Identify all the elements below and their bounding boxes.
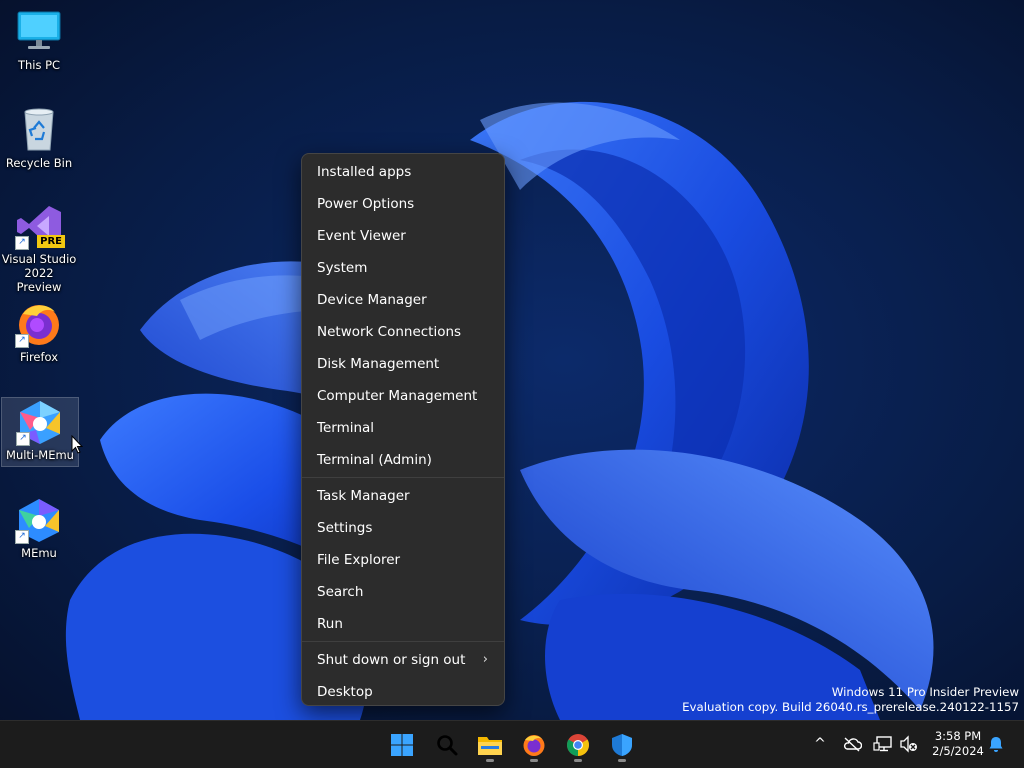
chrome-icon	[567, 734, 589, 756]
taskbar-firefox[interactable]	[514, 725, 554, 765]
desktop-wallpaper	[0, 0, 1024, 720]
network-icon[interactable]	[871, 732, 895, 756]
quick-link-menu: Installed apps Power Options Event Viewe…	[301, 153, 505, 706]
pre-badge: PRE	[37, 235, 65, 248]
volume-muted-icon[interactable]	[897, 732, 921, 756]
clock-date: 2/5/2024	[932, 744, 984, 758]
menu-item-search[interactable]: Search	[302, 576, 504, 608]
menu-item-file-explorer[interactable]: File Explorer	[302, 544, 504, 576]
show-hidden-icons-chevron[interactable]: ^	[808, 732, 832, 756]
menu-separator	[302, 641, 504, 642]
notification-bell-icon[interactable]	[984, 732, 1008, 756]
running-indicator	[618, 759, 626, 762]
shortcut-arrow-icon: ↗	[15, 530, 29, 544]
mouse-cursor-icon	[71, 434, 84, 459]
menu-item-disk-management[interactable]: Disk Management	[302, 348, 504, 380]
desktop-icon-label: Multi-MEmu	[6, 448, 74, 462]
menu-item-installed-apps[interactable]: Installed apps	[302, 156, 504, 188]
menu-item-settings[interactable]: Settings	[302, 512, 504, 544]
watermark-line-2: Evaluation copy. Build 26040.rs_prerelea…	[682, 700, 1019, 714]
taskbar-file-explorer[interactable]	[470, 725, 510, 765]
multi-memu-icon: ↗	[16, 398, 64, 446]
desktop-icon-label: Firefox	[19, 350, 59, 364]
desktop-icon-recycle-bin[interactable]: Recycle Bin	[1, 106, 77, 170]
recycle-bin-icon	[15, 106, 63, 154]
search-icon	[437, 735, 458, 756]
windows-start-icon	[391, 734, 413, 756]
taskbar-windows-security[interactable]	[602, 725, 642, 765]
desktop-icon-visual-studio[interactable]: PRE ↗ Visual Studio 2022 Preview	[1, 202, 77, 294]
menu-separator	[302, 477, 504, 478]
desktop-icon-label: Recycle Bin	[5, 156, 73, 170]
menu-item-network-connections[interactable]: Network Connections	[302, 316, 504, 348]
menu-item-label: Shut down or sign out	[317, 652, 466, 668]
taskbar: ^ 3:58 PM 2/5/2024	[0, 720, 1024, 768]
desktop-icon-label: This PC	[17, 58, 61, 72]
evaluation-watermark: Windows 11 Pro Insider Preview Evaluatio…	[682, 685, 1019, 715]
menu-item-device-manager[interactable]: Device Manager	[302, 284, 504, 316]
menu-item-task-manager[interactable]: Task Manager	[302, 480, 504, 512]
shortcut-arrow-icon: ↗	[15, 334, 29, 348]
desktop-icon-memu[interactable]: ↗ MEmu	[1, 496, 77, 560]
menu-item-shut-down-or-sign-out[interactable]: Shut down or sign out ›	[302, 644, 504, 676]
onedrive-offline-icon[interactable]	[840, 732, 864, 756]
clock-time: 3:58 PM	[934, 729, 982, 743]
running-indicator	[486, 759, 494, 762]
running-indicator	[574, 759, 582, 762]
watermark-line-1: Windows 11 Pro Insider Preview	[831, 685, 1019, 699]
system-clock[interactable]: 3:58 PM 2/5/2024	[928, 729, 988, 759]
menu-item-power-options[interactable]: Power Options	[302, 188, 504, 220]
file-explorer-icon	[478, 737, 502, 755]
desktop-icon-multi-memu[interactable]: ↗ Multi-MEmu	[1, 397, 79, 467]
menu-item-system[interactable]: System	[302, 252, 504, 284]
menu-item-terminal-admin[interactable]: Terminal (Admin)	[302, 444, 504, 476]
visual-studio-icon: PRE ↗	[15, 202, 65, 250]
monitor-icon	[15, 8, 63, 56]
memu-icon: ↗	[15, 496, 63, 544]
firefox-icon: ↗	[15, 300, 63, 348]
menu-item-terminal[interactable]: Terminal	[302, 412, 504, 444]
desktop-icon-label: MEmu	[21, 546, 57, 560]
shortcut-arrow-icon: ↗	[15, 236, 29, 250]
menu-item-run[interactable]: Run	[302, 608, 504, 640]
menu-item-desktop[interactable]: Desktop	[302, 676, 504, 708]
menu-item-event-viewer[interactable]: Event Viewer	[302, 220, 504, 252]
start-button[interactable]	[382, 725, 422, 765]
menu-item-computer-management[interactable]: Computer Management	[302, 380, 504, 412]
desktop-icon-firefox[interactable]: ↗ Firefox	[1, 300, 77, 364]
chevron-right-icon: ›	[482, 652, 488, 667]
windows-security-icon	[612, 734, 632, 756]
taskbar-chrome[interactable]	[558, 725, 598, 765]
running-indicator	[530, 759, 538, 762]
firefox-icon	[523, 735, 545, 756]
desktop-icon-label: Visual Studio 2022 Preview	[1, 252, 77, 294]
taskbar-search-button[interactable]	[427, 725, 467, 765]
desktop-icon-this-pc[interactable]: This PC	[1, 8, 77, 72]
shortcut-arrow-icon: ↗	[16, 432, 30, 446]
